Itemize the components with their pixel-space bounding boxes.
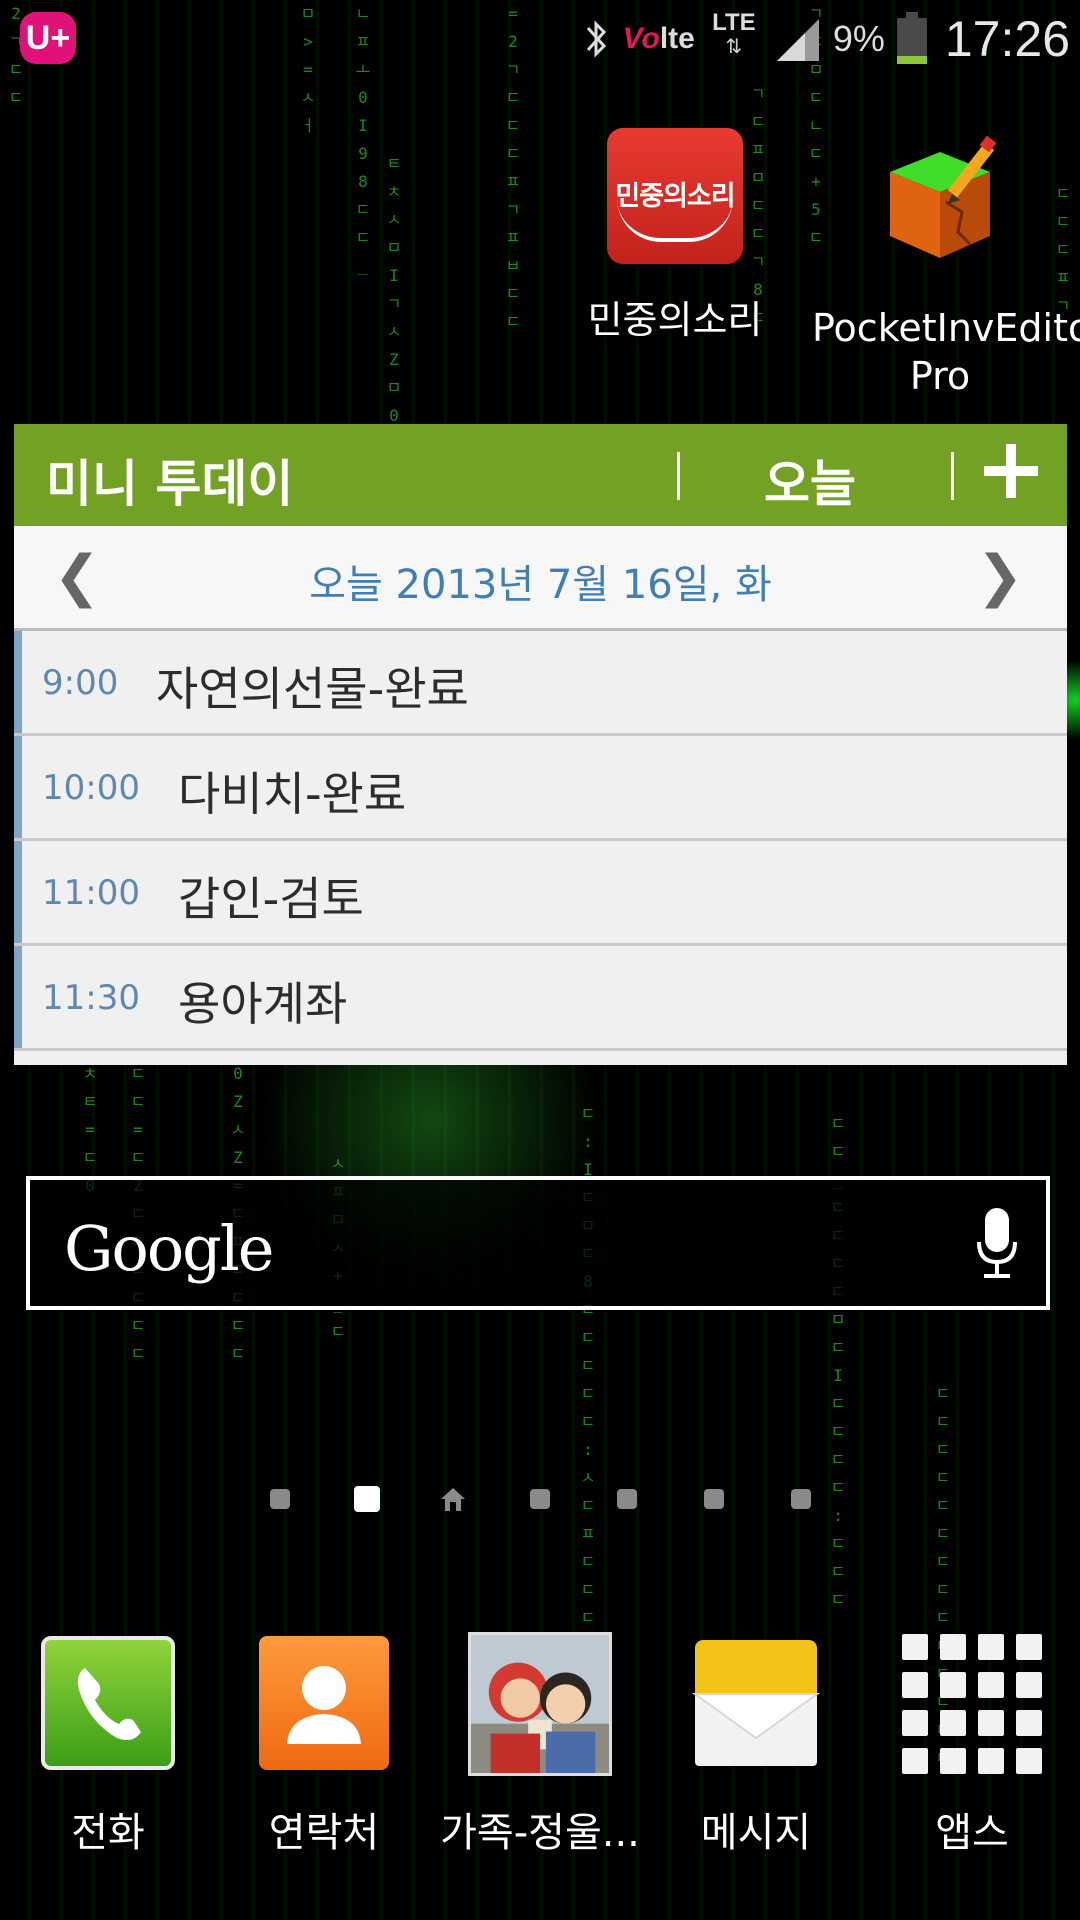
page-dot[interactable] [617,1489,637,1509]
current-date[interactable]: 오늘 2013년 7월 16일, 화 [14,552,1067,610]
battery-percent: 9% [832,18,885,59]
event-time: 9:00 [42,663,119,703]
volte-indicator: Volte [622,22,695,55]
event-row[interactable]: 10:00 다비치-완료 [14,736,1067,841]
dock-label: 앱스 [935,1810,1009,1856]
widget-header: 미니 투데이 오늘 [14,424,1067,526]
event-row[interactable]: 11:00 갑인-검토 [14,841,1067,946]
bluetooth-icon [586,20,606,58]
app-label: 민중의소리 [587,298,763,342]
divider [951,452,954,500]
page-dot-current[interactable] [354,1486,380,1512]
photo-icon [468,1632,612,1776]
google-search-bar[interactable]: Google [26,1176,1050,1310]
event-title: 자연의선물-완료 [156,662,469,716]
event-time: 10:00 [42,768,140,808]
event-row[interactable]: 11:30 용아계좌 [14,946,1067,1051]
cube-pencil-icon [890,135,997,258]
app-label: PocketInvEditor Pro [812,306,1080,398]
phone-icon [41,1636,175,1770]
dock-label: 연락처 [268,1810,380,1856]
app-minjung[interactable]: 민중의소리 민중의소리 [570,128,780,344]
page-dot[interactable] [704,1489,724,1509]
event-time: 11:30 [42,978,140,1018]
dock-family-photo[interactable]: 가족-정울... [440,1630,640,1856]
status-bar: U+ Volte LTE ⇅ 9% 17:26 [0,0,1080,78]
event-title: 용아계좌 [178,977,348,1031]
message-icon [691,1640,821,1766]
microphone-icon[interactable] [976,1206,1018,1282]
event-row[interactable]: 9:00 자연의선물-완료 [14,631,1067,736]
lte-indicator: LTE ⇅ [712,9,756,58]
dock-label: 가족-정울... [440,1810,640,1856]
widget-title: 미니 투데이 [46,455,294,513]
carrier-logo: U+ [20,12,76,64]
dock-contacts[interactable]: 연락처 [234,1630,414,1856]
contacts-icon [259,1636,389,1770]
dock-apps[interactable]: 앱스 [882,1630,1062,1856]
today-button[interactable]: 오늘 [764,444,856,516]
dock-label: 메시지 [700,1810,812,1856]
minjung-news-icon: 민중의소리 [607,128,743,264]
apps-grid-icon [902,1634,1042,1774]
page-indicator [0,1485,1080,1515]
google-logo: Google [64,1212,274,1285]
dock-messages[interactable]: 메시지 [666,1630,846,1856]
divider [677,452,680,500]
battery-icon [896,12,927,66]
home-page-icon[interactable] [439,1485,467,1513]
dock-phone[interactable]: 전화 [18,1630,198,1856]
page-dot[interactable] [270,1489,290,1509]
event-title: 갑인-검토 [178,872,364,926]
next-day-button[interactable]: ❯ [975,544,1025,609]
event-time: 11:00 [42,873,140,913]
data-arrows-icon: ⇅ [725,34,743,58]
page-dot[interactable] [791,1489,811,1509]
clock: 17:26 [944,11,1070,67]
dock-label: 전화 [71,1810,145,1856]
app-pocketinveditor[interactable]: PocketInvEditor Pro [812,132,1080,400]
date-navigation: ❮ 오늘 2013년 7월 16일, 화 ❯ [14,526,1067,631]
page-dot[interactable] [530,1489,550,1509]
add-event-button[interactable] [976,436,1046,506]
event-title: 다비치-완료 [178,767,407,821]
signal-strength-icon [776,19,819,61]
mini-today-widget: 미니 투데이 오늘 ❮ 오늘 2013년 7월 16일, 화 ❯ 9:00 자연… [14,424,1067,1065]
